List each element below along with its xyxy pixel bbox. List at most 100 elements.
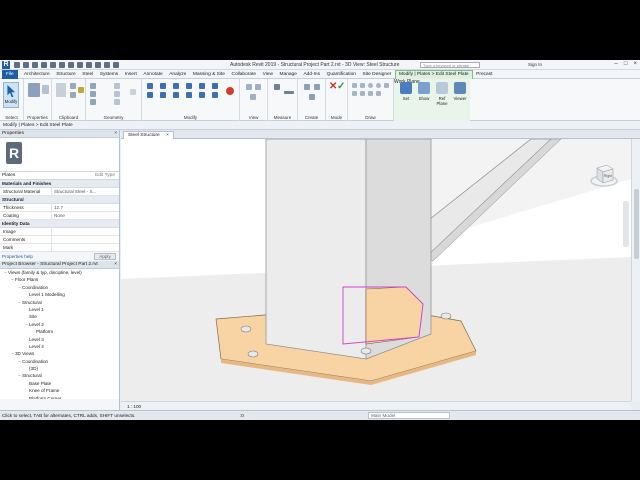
cut-icon[interactable] bbox=[70, 83, 76, 89]
draw-rectangle-icon[interactable] bbox=[360, 83, 365, 88]
minimize-icon[interactable]: – bbox=[615, 61, 618, 67]
tab-annotate[interactable]: Annotate bbox=[140, 70, 166, 79]
browser-node[interactable]: −3D Views bbox=[0, 350, 119, 357]
linework-icon[interactable] bbox=[250, 94, 256, 100]
scrollbar-thumb[interactable] bbox=[634, 189, 639, 259]
text-icon[interactable] bbox=[68, 62, 74, 68]
draw-line-icon[interactable] bbox=[352, 83, 357, 88]
navigation-bar[interactable] bbox=[623, 201, 629, 247]
property-value[interactable] bbox=[52, 236, 119, 243]
properties-help-link[interactable]: Properties help bbox=[2, 254, 33, 259]
properties-icon[interactable] bbox=[28, 83, 40, 97]
scale-icon[interactable] bbox=[212, 83, 218, 89]
rotate-icon[interactable] bbox=[173, 92, 179, 98]
tab-insert[interactable]: Insert bbox=[122, 70, 141, 79]
active-model-selector[interactable]: Main Model bbox=[368, 412, 450, 419]
mirror-draw-icon[interactable] bbox=[186, 83, 192, 89]
close-hidden-icon[interactable] bbox=[104, 62, 110, 68]
create-parts-icon[interactable] bbox=[309, 94, 315, 100]
apply-button[interactable]: Apply bbox=[94, 253, 116, 260]
offset-icon[interactable] bbox=[160, 83, 166, 89]
wall-joins-icon[interactable] bbox=[114, 83, 120, 89]
browser-node[interactable]: −Coordination bbox=[0, 284, 119, 291]
finish-edit-mode-icon[interactable]: ✓ bbox=[337, 82, 345, 92]
undo-icon[interactable] bbox=[32, 62, 38, 68]
browser-node[interactable]: Level 3 bbox=[0, 336, 119, 343]
move-icon[interactable] bbox=[147, 92, 153, 98]
join-icon[interactable] bbox=[90, 99, 96, 105]
browser-node[interactable]: −Coordination bbox=[0, 358, 119, 365]
tab-add-ins[interactable]: Add-Ins bbox=[300, 70, 323, 79]
maximize-icon[interactable]: □ bbox=[624, 61, 628, 67]
draw-circle-icon[interactable] bbox=[376, 83, 381, 88]
browser-node[interactable]: −Structural bbox=[0, 299, 119, 306]
tab-modify-plates-edit-steel-plate[interactable]: Modify | Plates > Edit Steel Plate bbox=[394, 69, 473, 79]
redo-icon[interactable] bbox=[41, 62, 47, 68]
tab-massing-site[interactable]: Massing & Site bbox=[190, 70, 229, 79]
mirror-axis-icon[interactable] bbox=[173, 83, 179, 89]
browser-node[interactable]: −Floor Plans bbox=[0, 276, 119, 283]
close-icon[interactable]: × bbox=[633, 61, 637, 67]
property-value[interactable] bbox=[52, 244, 119, 251]
browser-node[interactable]: Base Plate bbox=[0, 380, 119, 387]
paint-icon[interactable] bbox=[114, 99, 120, 105]
steel-column[interactable] bbox=[265, 139, 367, 360]
edit-type-button[interactable]: Edit Type bbox=[95, 172, 115, 180]
3d-view-icon[interactable] bbox=[77, 62, 83, 68]
browser-node[interactable]: Level 1 bbox=[0, 306, 119, 313]
modify-button[interactable]: Modify bbox=[3, 82, 19, 108]
section-icon[interactable] bbox=[86, 62, 92, 68]
tab-quantification[interactable]: Quantification bbox=[323, 70, 359, 79]
ref-plane-button[interactable]: Ref Plane bbox=[434, 82, 450, 108]
type-properties-icon[interactable] bbox=[42, 85, 49, 94]
switch-windows-icon[interactable] bbox=[113, 62, 119, 68]
match-properties-icon[interactable] bbox=[78, 87, 84, 93]
browser-node[interactable]: Level 1 Modelling bbox=[0, 291, 119, 298]
viewer-button[interactable]: Viewer bbox=[452, 82, 468, 108]
show-button[interactable]: Show bbox=[416, 82, 432, 108]
anchor-bolt-2[interactable] bbox=[440, 312, 452, 320]
property-value[interactable]: 12.7 bbox=[52, 204, 119, 211]
split-icon[interactable] bbox=[199, 83, 205, 89]
tab-collaborate[interactable]: Collaborate bbox=[228, 70, 259, 79]
anchor-bolt-4[interactable] bbox=[247, 350, 259, 358]
revit-logo[interactable]: R bbox=[2, 61, 10, 69]
tab-precast[interactable]: Precast bbox=[473, 70, 496, 79]
tab-steel[interactable]: Steel bbox=[79, 70, 97, 79]
browser-node[interactable]: −Views (family & typ, discipline, level) bbox=[0, 269, 119, 276]
anchor-bolt-3[interactable] bbox=[360, 347, 372, 355]
property-section[interactable]: Identity Data bbox=[0, 220, 119, 228]
cut-geometry-icon[interactable] bbox=[90, 91, 96, 97]
type-selector[interactable]: Plates Edit Type bbox=[0, 172, 119, 180]
anchor-bolt-1[interactable] bbox=[240, 325, 252, 333]
close-view-icon[interactable]: × bbox=[166, 133, 169, 138]
view-scale[interactable]: 1 : 100 bbox=[127, 404, 141, 409]
tab-architecture[interactable]: Architecture bbox=[21, 70, 53, 79]
tab-view[interactable]: View bbox=[259, 70, 276, 79]
property-section[interactable]: Structural bbox=[0, 196, 119, 204]
print-icon[interactable] bbox=[50, 62, 56, 68]
browser-node[interactable]: −Level 2 bbox=[0, 321, 119, 328]
view-tab-steel-structure[interactable]: Steel Structure × bbox=[123, 131, 174, 139]
3d-viewport[interactable]: Right bbox=[121, 139, 631, 401]
property-value[interactable]: None bbox=[52, 212, 119, 219]
browser-node[interactable]: Platform Corner bbox=[0, 395, 119, 399]
open-icon[interactable] bbox=[14, 62, 20, 68]
browser-node[interactable]: {3D} bbox=[0, 365, 119, 372]
close-browser-icon[interactable]: × bbox=[114, 261, 117, 269]
browser-node[interactable]: Site bbox=[0, 313, 119, 320]
search-input[interactable]: Type a keyword or phrase bbox=[420, 62, 480, 68]
set-button[interactable]: Set bbox=[398, 82, 414, 108]
draw-arc-icon[interactable] bbox=[384, 83, 389, 88]
property-section[interactable]: Materials and Finishes bbox=[0, 180, 119, 188]
create-similar-icon[interactable] bbox=[314, 84, 320, 90]
vertical-scrollbar[interactable] bbox=[631, 139, 640, 401]
tab-file[interactable]: File bbox=[2, 69, 18, 79]
cancel-edit-mode-icon[interactable]: ✕ bbox=[329, 82, 337, 92]
cope-icon[interactable] bbox=[90, 83, 96, 89]
override-graphics-icon[interactable] bbox=[255, 84, 261, 90]
view-cube[interactable]: Right bbox=[589, 159, 619, 189]
create-group-icon[interactable] bbox=[304, 84, 310, 90]
thin-lines-icon[interactable] bbox=[95, 62, 101, 68]
hide-icon[interactable] bbox=[246, 84, 252, 90]
